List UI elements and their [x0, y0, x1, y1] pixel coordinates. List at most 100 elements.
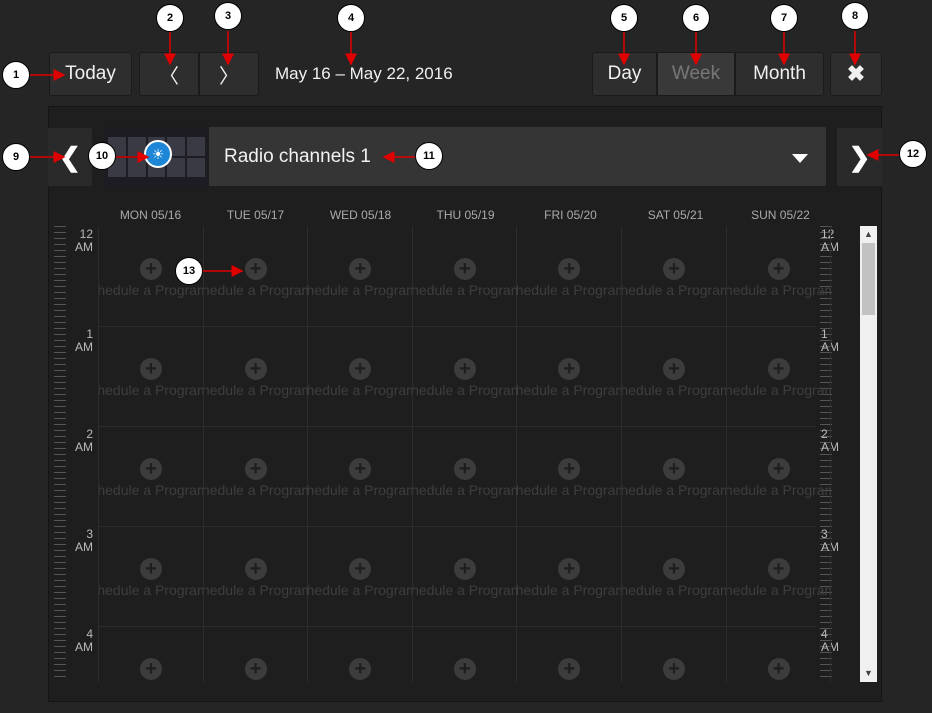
day-header: FRI 05/20	[544, 208, 597, 222]
next-week-button[interactable]: 〉	[199, 52, 259, 96]
previous-week-button[interactable]: 〈	[139, 52, 199, 96]
callout-10: 10	[88, 142, 116, 170]
schedule-slot[interactable]: +Schedule a Program	[99, 426, 203, 526]
schedule-slot[interactable]: +Schedule a Program	[308, 626, 412, 682]
dropdown-caret-icon[interactable]	[792, 154, 808, 163]
schedule-slot[interactable]: +Schedule a Program	[517, 226, 621, 326]
add-program-icon[interactable]: +	[244, 558, 267, 580]
schedule-slot[interactable]: +Schedule a Program	[517, 626, 621, 682]
schedule-slot[interactable]: +Schedule a Program	[622, 226, 726, 326]
add-program-icon[interactable]: +	[140, 558, 162, 580]
add-program-icon[interactable]: +	[558, 358, 581, 380]
add-program-icon[interactable]: +	[663, 358, 685, 380]
schedule-program-label: Schedule a Program	[203, 282, 308, 298]
schedule-slot[interactable]: +Schedule a Program	[622, 526, 726, 626]
schedule-slot[interactable]: + Schedule a Program	[727, 326, 831, 426]
add-program-icon[interactable]: +	[767, 258, 790, 280]
schedule-slot[interactable]: +Schedule a Program	[99, 626, 203, 682]
hour-label: 3AM	[75, 527, 93, 554]
month-view-button[interactable]: Month	[735, 52, 824, 96]
schedule-slot[interactable]: +Schedule a Program	[517, 326, 621, 426]
channel-selector[interactable]: ☀ Radio channels 1	[104, 127, 826, 186]
vertical-scrollbar[interactable]: ▲ ▼	[860, 226, 877, 682]
add-program-icon[interactable]: +	[349, 358, 372, 380]
add-program-icon[interactable]: +	[349, 658, 372, 680]
schedule-slot[interactable]: +Schedule a Program	[308, 226, 412, 326]
schedule-slot[interactable]: +Schedule a Program	[622, 626, 726, 682]
schedule-program-label: Schedule a Program	[99, 382, 203, 398]
channel-logo-icon: ☀	[144, 140, 172, 168]
schedule-program-label: Schedule a Program	[726, 582, 831, 598]
add-program-icon[interactable]: +	[453, 458, 476, 480]
add-program-icon[interactable]: +	[663, 658, 685, 680]
schedule-slot[interactable]: +Schedule a Program	[727, 426, 831, 526]
add-program-icon[interactable]: +	[349, 458, 372, 480]
schedule-slot[interactable]: +Schedule a Program	[517, 426, 621, 526]
close-button[interactable]: ✖	[830, 52, 882, 96]
add-program-icon[interactable]: +	[663, 558, 685, 580]
day-header: MON 05/16	[119, 208, 182, 222]
schedule-slot[interactable]: +Schedule a Program	[308, 426, 412, 526]
add-program-icon[interactable]: +	[663, 458, 685, 480]
schedule-program-label: Schedule a Program	[412, 282, 517, 298]
week-view-button[interactable]: Week	[657, 52, 735, 96]
schedule-program-label: Schedule a Program	[726, 382, 831, 398]
add-program-icon[interactable]: +	[767, 658, 790, 680]
add-program-icon[interactable]: +	[453, 258, 476, 280]
callout-11: 11	[415, 142, 443, 170]
add-program-icon[interactable]: +	[767, 558, 790, 580]
schedule-slot[interactable]: +Schedule a Program	[204, 626, 308, 682]
schedule-slot[interactable]: +Schedule a Program	[413, 326, 517, 426]
schedule-slot[interactable]: +Schedule a Program	[413, 426, 517, 526]
schedule-slot[interactable]: + Schedule a Program	[727, 526, 831, 626]
schedule-slot[interactable]: +Schedule a Program	[622, 426, 726, 526]
add-program-icon[interactable]: +	[663, 258, 685, 280]
add-program-icon[interactable]: +	[140, 358, 162, 380]
add-program-icon[interactable]: +	[244, 358, 267, 380]
schedule-program-label: Schedule a Program	[726, 282, 831, 298]
add-program-icon[interactable]: +	[140, 658, 162, 680]
scrollbar-thumb[interactable]	[862, 243, 875, 315]
day-view-button[interactable]: Day	[592, 52, 657, 96]
schedule-slot[interactable]: + Schedule a Program	[413, 526, 517, 626]
schedule-slot[interactable]: +Schedule a Program	[204, 526, 308, 626]
add-program-icon[interactable]: +	[244, 658, 267, 680]
add-program-icon[interactable]: +	[244, 458, 267, 480]
schedule-slot[interactable]: +Schedule a Program	[517, 526, 621, 626]
add-program-icon[interactable]: +	[349, 258, 372, 280]
schedule-slot[interactable]: +Schedule a Program	[204, 326, 308, 426]
add-program-icon[interactable]: +	[767, 458, 790, 480]
add-program-icon[interactable]: +	[453, 558, 476, 580]
schedule-slot[interactable]: + Schedule a Program	[204, 226, 308, 326]
week-grid: 12AM12AM1AM1AM2AM2AM3AM3AM4AM4AM +Schedu…	[49, 226, 877, 682]
add-program-icon[interactable]: +	[558, 258, 581, 280]
schedule-program-label: Schedule a Program	[412, 582, 517, 598]
schedule-slot[interactable]: +Schedule a Program	[727, 626, 831, 682]
schedule-slot[interactable]: +Schedule a Program	[308, 326, 412, 426]
scroll-up-icon[interactable]: ▲	[860, 226, 877, 243]
add-program-icon[interactable]: +	[349, 558, 372, 580]
add-program-icon[interactable]: +	[558, 458, 581, 480]
add-program-icon[interactable]: +	[558, 558, 581, 580]
schedule-slot[interactable]: + Schedule a Program	[413, 226, 517, 326]
add-program-icon[interactable]: +	[558, 658, 581, 680]
add-program-icon[interactable]: +	[140, 258, 162, 280]
schedule-slot[interactable]: +Schedule a Program	[99, 526, 203, 626]
add-program-icon[interactable]: +	[140, 458, 162, 480]
today-button[interactable]: Today	[49, 52, 132, 96]
schedule-slot[interactable]: +Schedule a Program	[413, 626, 517, 682]
schedule-slot[interactable]: + Schedule a Program	[99, 326, 203, 426]
next-channel-button[interactable]: ❯	[837, 128, 882, 186]
add-program-icon[interactable]: +	[244, 258, 267, 280]
add-program-icon[interactable]: +	[453, 658, 476, 680]
previous-channel-button[interactable]: ❮	[48, 128, 92, 186]
callout-6: 6	[682, 4, 710, 32]
schedule-slot[interactable]: +Schedule a Program	[308, 526, 412, 626]
schedule-slot[interactable]: +Schedule a Program	[622, 326, 726, 426]
schedule-slot[interactable]: + Schedule a Program	[727, 226, 831, 326]
add-program-icon[interactable]: +	[453, 358, 476, 380]
day-header: WED 05/18	[329, 208, 392, 222]
schedule-slot[interactable]: +Schedule a Program	[204, 426, 308, 526]
scroll-down-icon[interactable]: ▼	[860, 665, 877, 682]
add-program-icon[interactable]: +	[767, 358, 790, 380]
